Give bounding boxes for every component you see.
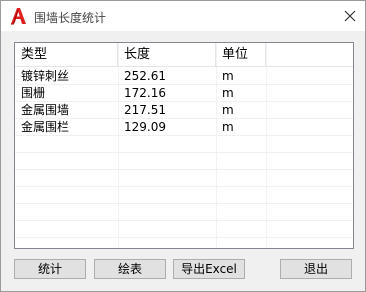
cell-type: 围栅 bbox=[21, 86, 46, 100]
title-bar: 围墙长度统计 bbox=[1, 1, 365, 31]
cell-unit: m bbox=[222, 86, 234, 100]
empty-row bbox=[15, 187, 353, 204]
table-row[interactable]: 镀锌刺丝 252.61 m bbox=[15, 68, 353, 85]
stats-button[interactable]: 统计 bbox=[14, 259, 86, 279]
table-row[interactable]: 金属围墙 217.51 m bbox=[15, 102, 353, 119]
cell-type: 金属围墙 bbox=[21, 103, 70, 117]
column-header-length[interactable]: 长度 bbox=[118, 43, 216, 67]
dialog-window: 围墙长度统计 类型 长度 单位 镀锌刺丝 252.61 m 围栅 172.16 bbox=[0, 0, 366, 292]
cell-length: 252.61 bbox=[124, 69, 166, 83]
autocad-logo-icon bbox=[9, 7, 27, 25]
table-row[interactable]: 金属围栏 129.09 m bbox=[15, 119, 353, 136]
export-excel-button[interactable]: 导出Excel bbox=[173, 259, 245, 279]
empty-row bbox=[15, 204, 353, 221]
cell-unit: m bbox=[222, 69, 234, 83]
draw-table-button[interactable]: 绘表 bbox=[94, 259, 166, 279]
column-header-type[interactable]: 类型 bbox=[15, 43, 118, 67]
column-header-empty bbox=[266, 43, 353, 67]
column-header-unit[interactable]: 单位 bbox=[216, 43, 266, 67]
empty-row bbox=[15, 136, 353, 153]
cell-length: 129.09 bbox=[124, 120, 166, 134]
fence-length-table[interactable]: 类型 长度 单位 镀锌刺丝 252.61 m 围栅 172.16 m 金属围墙 … bbox=[14, 42, 354, 249]
empty-row bbox=[15, 221, 353, 238]
cell-unit: m bbox=[222, 120, 234, 134]
exit-button[interactable]: 退出 bbox=[280, 259, 352, 279]
cell-unit: m bbox=[222, 103, 234, 117]
table-row[interactable]: 围栅 172.16 m bbox=[15, 85, 353, 102]
close-icon bbox=[344, 10, 356, 22]
cell-type: 镀锌刺丝 bbox=[21, 69, 70, 83]
close-button[interactable] bbox=[335, 1, 365, 31]
cell-type: 金属围栏 bbox=[21, 120, 70, 134]
cell-length: 172.16 bbox=[124, 86, 166, 100]
empty-row bbox=[15, 153, 353, 170]
empty-row bbox=[15, 170, 353, 187]
window-title: 围墙长度统计 bbox=[34, 11, 107, 25]
table-grid: 类型 长度 单位 镀锌刺丝 252.61 m 围栅 172.16 m 金属围墙 … bbox=[15, 43, 353, 248]
cell-length: 217.51 bbox=[124, 103, 166, 117]
